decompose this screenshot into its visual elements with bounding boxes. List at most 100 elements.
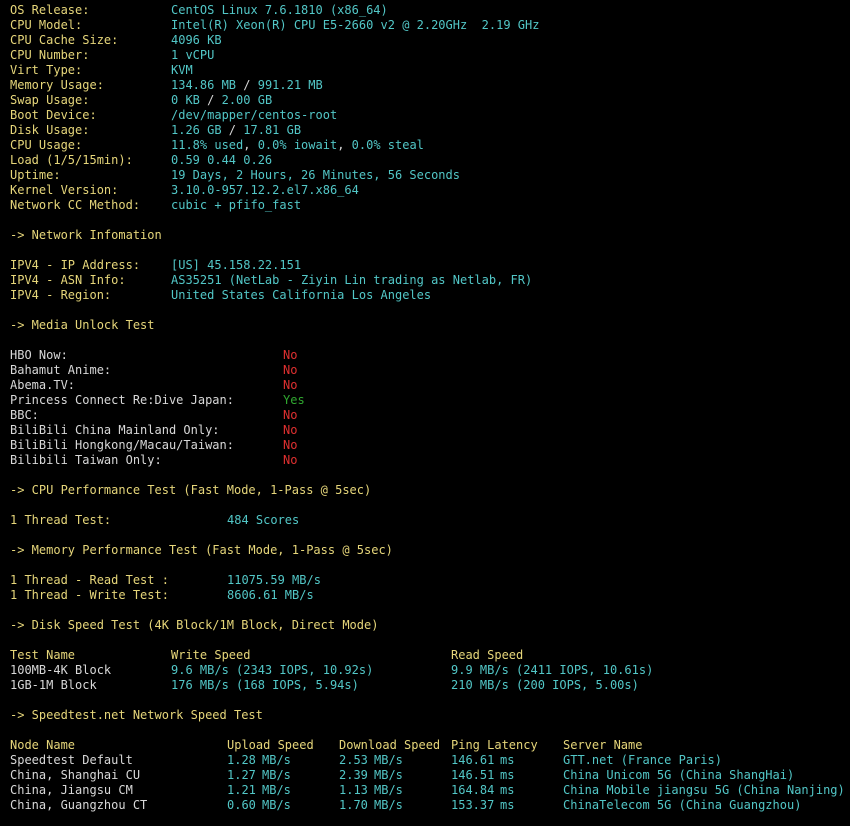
- speedtest-download-value: 1.13: [339, 783, 368, 797]
- media-test-label: Bilibili Taiwan Only:: [10, 453, 162, 467]
- system-info-label: Load (1/5/15min):: [10, 153, 133, 167]
- separator: ,: [337, 138, 352, 152]
- speedtest-upload-unit: MB/s: [262, 783, 291, 797]
- separator: /: [221, 123, 244, 137]
- system-info-value-text: 4096 KB: [171, 33, 222, 47]
- disk-column-write-speed: Write Speed: [171, 648, 251, 662]
- system-info-value: 1.26 GB / 17.81 GB: [171, 123, 301, 138]
- speedtest-ping-value: 164.84: [451, 783, 495, 797]
- speedtest-server-name: ChinaTelecom 5G (China Guangzhou): [563, 798, 802, 812]
- system-info-value: /dev/mapper/centos-root: [171, 108, 337, 123]
- media-test-result: No: [283, 438, 298, 452]
- system-info-label: Swap Usage:: [10, 93, 90, 107]
- speedtest-node-name: China, Jiangsu CM: [10, 783, 133, 797]
- speedtest-column-upload-speed: Upload Speed: [227, 738, 314, 752]
- speedtest-column-node-name: Node Name: [10, 738, 76, 752]
- separator: /: [199, 93, 222, 107]
- disk-write-speed: 176 MB/s (168 IOPS, 5.94s): [171, 678, 359, 692]
- memory-test-label: 1 Thread - Read Test :: [10, 573, 169, 587]
- speedtest-node-name: China, Shanghai CU: [10, 768, 141, 782]
- memory-test-value: 11075.59 MB/s: [227, 573, 321, 587]
- speedtest-node-name: China, Guangzhou CT: [10, 798, 148, 812]
- speedtest-ping-value: 153.37: [451, 798, 495, 812]
- speedtest-server-name: GTT.net (France Paris): [563, 753, 722, 767]
- disk-read-speed: 210 MB/s (200 IOPS, 5.00s): [451, 678, 639, 692]
- memory-test-label: 1 Thread - Write Test:: [10, 588, 169, 602]
- system-info-value-text: KVM: [171, 63, 193, 77]
- separator: ,: [243, 138, 258, 152]
- speedtest-column-ping-latency: Ping Latency: [451, 738, 538, 752]
- speedtest-column-server-name: Server Name: [563, 738, 643, 752]
- network-info-label: IPV4 - IP Address:: [10, 258, 141, 272]
- disk-test-name: 100MB-4K Block: [10, 663, 112, 677]
- media-test-label: Princess Connect Re:Dive Japan:: [10, 393, 234, 407]
- terminal-window: OS Release: CentOS Linux 7.6.1810 (x86_64…: [0, 0, 850, 826]
- speedtest-download-unit: MB/s: [374, 753, 403, 767]
- system-info-label: Uptime:: [10, 168, 61, 182]
- system-info-label: Boot Device:: [10, 108, 97, 122]
- network-info-value: [US] 45.158.22.151: [171, 258, 302, 272]
- cpu-used: 11.8% used: [171, 138, 244, 152]
- speedtest-upload-unit: MB/s: [262, 768, 291, 782]
- system-info-label: CPU Model:: [10, 18, 83, 32]
- cpu-test-value: 484 Scores: [227, 513, 300, 527]
- cpu-test-label: 1 Thread Test:: [10, 513, 112, 527]
- speedtest-ping-unit: ms: [500, 753, 515, 767]
- network-info-value: United States California Los Angeles: [171, 288, 432, 302]
- usage-total: 2.00 GB: [221, 93, 273, 107]
- usage-used: 1.26 GB: [171, 123, 222, 137]
- system-info-value-text: CentOS Linux 7.6.1810 (x86_64): [171, 3, 388, 17]
- system-info-value: CentOS Linux 7.6.1810 (x86_64): [171, 3, 388, 18]
- speedtest-upload-value: 1.21: [227, 783, 256, 797]
- section-header-text: -> Disk Speed Test (4K Block/1M Block, D…: [10, 618, 379, 632]
- speedtest-ping-value: 146.61: [451, 753, 495, 767]
- media-test-result: No: [283, 348, 298, 362]
- system-info-value-text: 19 Days, 2 Hours, 26 Minutes, 56 Seconds: [171, 168, 460, 182]
- usage-used: 0 KB: [171, 93, 200, 107]
- system-info-value: 4096 KB: [171, 33, 222, 48]
- speedtest-ping-unit: ms: [500, 768, 515, 782]
- speedtest-column-download-speed: Download Speed: [339, 738, 441, 752]
- disk-column-test-name: Test Name: [10, 648, 76, 662]
- system-info-label: Network CC Method:: [10, 198, 141, 212]
- media-test-result: No: [283, 408, 298, 422]
- system-info-value-text: 1 vCPU: [171, 48, 215, 62]
- system-info-label: CPU Number:: [10, 48, 90, 62]
- system-info-value: 3.10.0-957.12.2.el7.x86_64: [171, 183, 359, 198]
- separator: /: [236, 78, 258, 92]
- system-info-value: Intel(R) Xeon(R) CPU E5-2660 v2 @ 2.20GH…: [171, 18, 539, 33]
- speedtest-download-unit: MB/s: [374, 783, 403, 797]
- speedtest-upload-value: 0.60: [227, 798, 256, 812]
- system-info-value: 134.86 MB / 991.21 MB: [171, 78, 323, 93]
- speedtest-download-unit: MB/s: [374, 798, 403, 812]
- section-header-text: -> Media Unlock Test: [10, 318, 155, 332]
- network-info-label: IPV4 - ASN Info:: [10, 273, 126, 287]
- media-test-result: No: [283, 423, 298, 437]
- disk-write-speed: 9.6 MB/s (2343 IOPS, 10.92s): [171, 663, 374, 677]
- media-test-result: Yes: [283, 393, 305, 407]
- system-info-label: OS Release:: [10, 3, 90, 17]
- usage-used: 134.86 MB: [171, 78, 237, 92]
- network-info-label: IPV4 - Region:: [10, 288, 112, 302]
- system-info-label: CPU Usage:: [10, 138, 83, 152]
- system-info-value: cubic + pfifo_fast: [171, 198, 301, 213]
- speedtest-download-unit: MB/s: [374, 768, 403, 782]
- media-test-result: No: [283, 363, 298, 377]
- usage-total: 17.81 GB: [243, 123, 302, 137]
- section-header-text: -> Network Infomation: [10, 228, 162, 242]
- system-info-value-text: Intel(R) Xeon(R) CPU E5-2660 v2 @ 2.20GH…: [171, 18, 540, 32]
- disk-test-name: 1GB-1M Block: [10, 678, 97, 692]
- system-info-value-text: /dev/mapper/centos-root: [171, 108, 338, 122]
- media-test-result: No: [283, 378, 298, 392]
- system-info-label: Virt Type:: [10, 63, 83, 77]
- speedtest-upload-unit: MB/s: [262, 798, 291, 812]
- speedtest-node-name: Speedtest Default: [10, 753, 133, 767]
- media-test-label: BBC:: [10, 408, 39, 422]
- system-info-value: 0 KB / 2.00 GB: [171, 93, 272, 108]
- system-info-value: 1 vCPU: [171, 48, 214, 63]
- network-info-value: AS35251 (NetLab - Ziyin Lin trading as N…: [171, 273, 533, 287]
- section-header-text: -> Speedtest.net Network Speed Test: [10, 708, 263, 722]
- media-test-label: Abema.TV:: [10, 378, 76, 392]
- system-info-value: 19 Days, 2 Hours, 26 Minutes, 56 Seconds: [171, 168, 460, 183]
- system-info-value-text: 3.10.0-957.12.2.el7.x86_64: [171, 183, 359, 197]
